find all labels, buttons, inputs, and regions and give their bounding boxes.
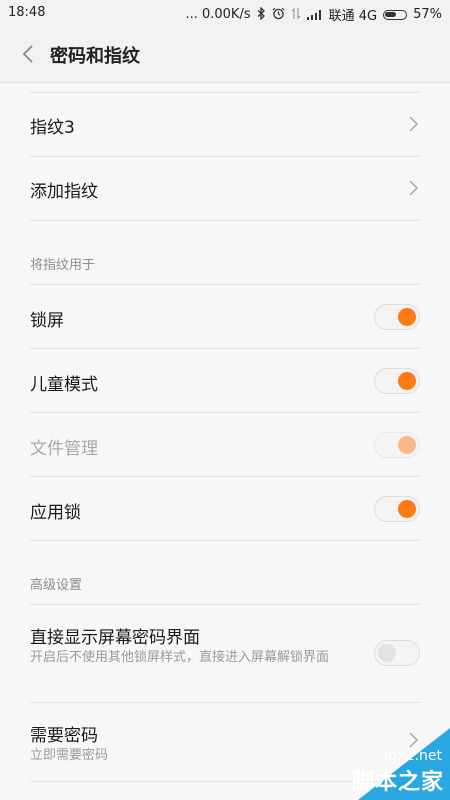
network-speed: ... 0.00K/s xyxy=(185,7,251,22)
chevron-left-icon xyxy=(22,45,33,63)
header: 密码和指纹 xyxy=(0,26,450,83)
data-arrows-icon xyxy=(291,7,301,23)
add-fingerprint-label: 添加指纹 xyxy=(30,182,98,202)
kid-mode-item[interactable]: 儿童模式 xyxy=(30,349,420,412)
app-lock-item[interactable]: 应用锁 xyxy=(30,477,420,540)
toggle-knob xyxy=(398,308,416,326)
file-manager-item: 文件管理 xyxy=(30,413,420,476)
toggle-knob xyxy=(378,644,396,662)
fingerprint-item[interactable]: 指纹3 xyxy=(30,93,420,156)
chevron-right-icon xyxy=(409,180,419,196)
direct-display-toggle[interactable] xyxy=(374,640,420,666)
status-bar: 18:48 ... 0.00K/s 联通 4G 57% xyxy=(0,0,450,26)
divider xyxy=(30,540,420,541)
bluetooth-icon xyxy=(257,5,266,23)
kid-mode-label: 儿童模式 xyxy=(30,375,98,395)
watermark-site: jb51.net xyxy=(383,748,442,764)
require-password-title: 需要密码 xyxy=(30,726,98,746)
add-fingerprint-item[interactable]: 添加指纹 xyxy=(30,157,420,220)
lock-screen-label: 锁屏 xyxy=(30,311,64,331)
back-button[interactable] xyxy=(14,38,42,70)
status-right: ... 0.00K/s 联通 4G 57% xyxy=(185,5,442,24)
section-header-use-fingerprint: 将指纹用于 xyxy=(30,258,96,273)
watermark-brand: 脚本之家 xyxy=(351,770,444,795)
direct-display-item[interactable]: 直接显示屏幕密码界面 开启后不使用其他锁屏样式，直接进入屏幕解锁界面 xyxy=(30,605,420,702)
toggle-knob xyxy=(398,436,416,454)
lock-screen-item[interactable]: 锁屏 xyxy=(30,285,420,348)
screen: 18:48 ... 0.00K/s 联通 4G 57% 密码和指纹 指纹3 添加… xyxy=(0,0,450,800)
battery-percent: 57% xyxy=(413,7,442,22)
app-lock-toggle[interactable] xyxy=(374,496,420,522)
kid-mode-toggle[interactable] xyxy=(374,368,420,394)
file-manager-label: 文件管理 xyxy=(30,439,98,459)
lock-screen-toggle[interactable] xyxy=(374,304,420,330)
direct-display-subtitle: 开启后不使用其他锁屏样式，直接进入屏幕解锁界面 xyxy=(30,650,330,665)
watermark: jb51.net 脚本之家 xyxy=(290,728,450,800)
toggle-knob xyxy=(398,500,416,518)
status-time: 18:48 xyxy=(8,5,46,20)
file-manager-toggle xyxy=(374,432,420,458)
settings-list[interactable]: 指纹3 添加指纹 将指纹用于 锁屏 儿童模式 文件管理 应用锁 高级设置 直接显… xyxy=(0,82,450,800)
carrier-label: 联通 4G xyxy=(328,9,378,24)
divider xyxy=(30,220,420,221)
toggle-knob xyxy=(398,372,416,390)
signal-icon xyxy=(306,9,323,20)
alarm-icon xyxy=(272,7,285,23)
app-lock-label: 应用锁 xyxy=(30,503,81,523)
chevron-right-icon xyxy=(409,116,419,132)
page-title: 密码和指纹 xyxy=(50,46,140,67)
direct-display-title: 直接显示屏幕密码界面 xyxy=(30,628,200,648)
section-header-advanced: 高级设置 xyxy=(30,578,83,593)
battery-icon xyxy=(383,9,408,20)
fingerprint-label: 指纹3 xyxy=(30,118,75,138)
